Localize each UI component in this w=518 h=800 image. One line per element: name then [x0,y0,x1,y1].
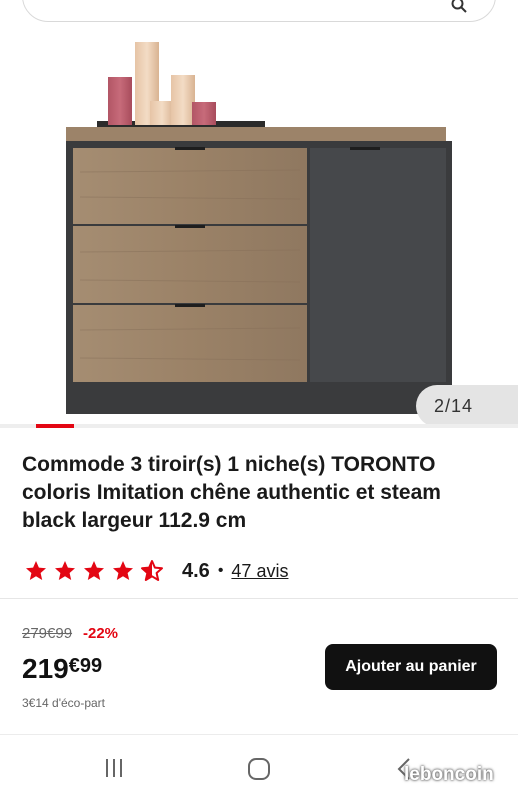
product-title: Commode 3 tiroir(s) 1 niche(s) TORONTO c… [22,453,441,532]
star-full-icon [113,561,133,580]
divider [0,734,518,735]
product-image-carousel[interactable]: 2/14 [0,22,518,424]
star-full-icon [84,561,104,580]
star-full-icon [26,561,46,580]
divider [0,598,518,599]
star-half-icon [141,560,163,581]
leboncoin-watermark: leboncoin [404,764,494,785]
carousel-indicator-active [36,424,74,428]
image-counter: 2/14 [416,385,518,424]
rating-separator: • [217,562,224,579]
eco-part: 3€14 d'éco-part [22,696,106,710]
price-main: 219 [22,653,69,684]
current-price: 219 €99 [22,652,102,686]
add-to-cart-button[interactable]: Ajouter au panier [325,644,497,690]
rating-stars [24,559,164,583]
rating: 4.6 • 47 avis [24,557,288,585]
carousel-indicator [0,424,518,428]
old-price: 279€99 [22,625,73,642]
discount-badge: -22% [83,625,119,642]
home-icon[interactable] [247,757,271,781]
rating-score: 4.6 [182,559,210,582]
product-image [66,42,452,414]
recents-icon[interactable] [103,757,125,779]
star-full-icon [55,561,75,580]
search-bar[interactable] [22,0,496,22]
search-icon[interactable] [451,0,467,13]
price-cents: €99 [68,655,103,677]
reviews-link[interactable]: 47 avis [231,561,288,582]
